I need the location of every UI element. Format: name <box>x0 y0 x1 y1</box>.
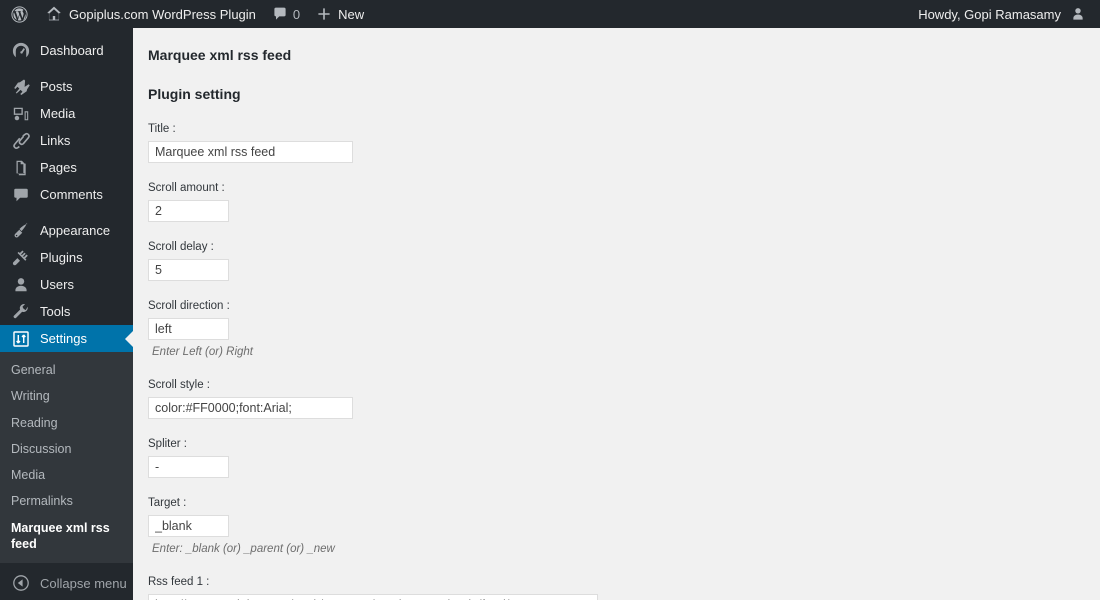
title-field-label: Title : <box>148 123 176 136</box>
settings-submenu: General Writing Reading Discussion Media… <box>0 352 133 563</box>
scroll-delay-field-label: Scroll delay : <box>148 241 214 254</box>
comment-bubble-icon <box>272 6 288 22</box>
rss-feed-1-input[interactable] <box>148 593 598 600</box>
wordpress-logo-button[interactable] <box>0 0 38 28</box>
plus-icon <box>316 6 332 22</box>
section-heading: Plugin setting <box>148 85 241 102</box>
plug-icon <box>11 248 31 268</box>
sidebar-item-appearance[interactable]: Appearance <box>0 217 133 244</box>
scroll-amount-input[interactable] <box>148 200 229 223</box>
menu-spacer-top <box>0 28 133 37</box>
collapse-menu-button[interactable]: Collapse menu <box>0 568 133 598</box>
sidebar-item-links[interactable]: Links <box>0 127 133 154</box>
target-field-label: Target : <box>148 496 187 509</box>
home-icon <box>46 6 62 22</box>
scroll-direction-input[interactable] <box>148 317 229 340</box>
sidebar-item-settings[interactable]: Settings <box>0 325 133 352</box>
spliter-field-label: Spliter : <box>148 437 187 450</box>
comment-bubble-icon <box>11 185 31 205</box>
sidebar-item-label: Appearance <box>40 223 111 238</box>
pages-icon <box>11 158 31 178</box>
new-content-button[interactable]: New <box>308 0 372 28</box>
media-icon <box>11 104 31 124</box>
settings-sliders-icon <box>11 329 31 349</box>
spliter-input[interactable] <box>148 455 229 478</box>
pin-icon <box>11 77 31 97</box>
sidebar-item-media[interactable]: Media <box>0 100 133 127</box>
main-content: Marquee xml rss feed Plugin setting Titl… <box>133 28 1100 600</box>
scroll-direction-hint: Enter Left (or) Right <box>152 345 253 358</box>
submenu-item-permalinks[interactable]: Permalinks <box>0 488 133 514</box>
sidebar-item-pages[interactable]: Pages <box>0 154 133 181</box>
paintbrush-icon <box>11 221 31 241</box>
submenu-item-reading[interactable]: Reading <box>0 410 133 436</box>
new-content-label: New <box>338 6 365 22</box>
sidebar-item-users[interactable]: Users <box>0 271 133 298</box>
scroll-delay-input[interactable] <box>148 259 229 281</box>
submenu-item-marquee-xml-rss-feed[interactable]: Marquee xml rss feed <box>0 515 133 558</box>
target-input[interactable] <box>148 514 229 537</box>
dashboard-icon <box>11 41 31 61</box>
submenu-item-general[interactable]: General <box>0 357 133 383</box>
site-name-button[interactable]: Gopiplus.com WordPress Plugin <box>38 0 264 28</box>
link-icon <box>11 131 31 151</box>
wrench-icon <box>11 302 31 322</box>
sidebar-item-label: Media <box>40 106 76 121</box>
wordpress-logo-icon <box>10 5 29 24</box>
sidebar-item-posts[interactable]: Posts <box>0 73 133 100</box>
sidebar-item-comments[interactable]: Comments <box>0 181 133 208</box>
sidebar-item-label: Tools <box>40 304 71 319</box>
sidebar-item-label: Comments <box>40 187 103 202</box>
sidebar-item-label: Pages <box>40 160 77 175</box>
comments-button[interactable]: 0 <box>264 0 308 28</box>
sidebar-item-label: Plugins <box>40 250 83 265</box>
menu-separator-1 <box>0 64 133 73</box>
scroll-style-field-label: Scroll style : <box>148 378 210 391</box>
sidebar-item-label: Links <box>40 133 71 148</box>
sidebar-item-label: Users <box>40 277 74 292</box>
admin-sidebar: Dashboard Posts Media Links Pages Commen… <box>0 28 133 600</box>
sidebar-item-tools[interactable]: Tools <box>0 298 133 325</box>
user-icon <box>11 275 31 295</box>
sidebar-item-label: Settings <box>40 331 87 346</box>
user-avatar-icon <box>1070 6 1086 22</box>
scroll-direction-field-label: Scroll direction : <box>148 300 230 312</box>
collapse-menu-label: Collapse menu <box>40 575 127 591</box>
sidebar-item-dashboard[interactable]: Dashboard <box>0 37 133 64</box>
plugin-settings-form: Marquee xml rss feed Plugin setting Titl… <box>133 28 1100 600</box>
howdy-label: Howdy, Gopi Ramasamy <box>918 6 1061 22</box>
site-name-label: Gopiplus.com WordPress Plugin <box>69 6 256 22</box>
rss-feed-1-field-label: Rss feed 1 : <box>148 575 210 588</box>
title-input[interactable] <box>148 141 353 164</box>
sidebar-item-label: Dashboard <box>40 43 104 58</box>
admin-bar: Gopiplus.com WordPress Plugin 0 New Howd… <box>0 0 1100 28</box>
sidebar-item-label: Posts <box>40 79 73 94</box>
comments-count: 0 <box>292 6 301 22</box>
menu-separator-2 <box>0 208 133 217</box>
target-hint: Enter: _blank (or) _parent (or) _new <box>152 542 335 555</box>
submenu-item-media[interactable]: Media <box>0 462 133 488</box>
scroll-amount-field-label: Scroll amount : <box>148 182 225 195</box>
submenu-item-discussion[interactable]: Discussion <box>0 436 133 462</box>
submenu-item-writing[interactable]: Writing <box>0 383 133 409</box>
sidebar-item-plugins[interactable]: Plugins <box>0 244 133 271</box>
my-account-button[interactable]: Howdy, Gopi Ramasamy <box>910 0 1100 28</box>
collapse-arrow-icon <box>11 573 31 593</box>
scroll-style-input[interactable] <box>148 396 353 419</box>
page-title: Marquee xml rss feed <box>148 47 292 63</box>
